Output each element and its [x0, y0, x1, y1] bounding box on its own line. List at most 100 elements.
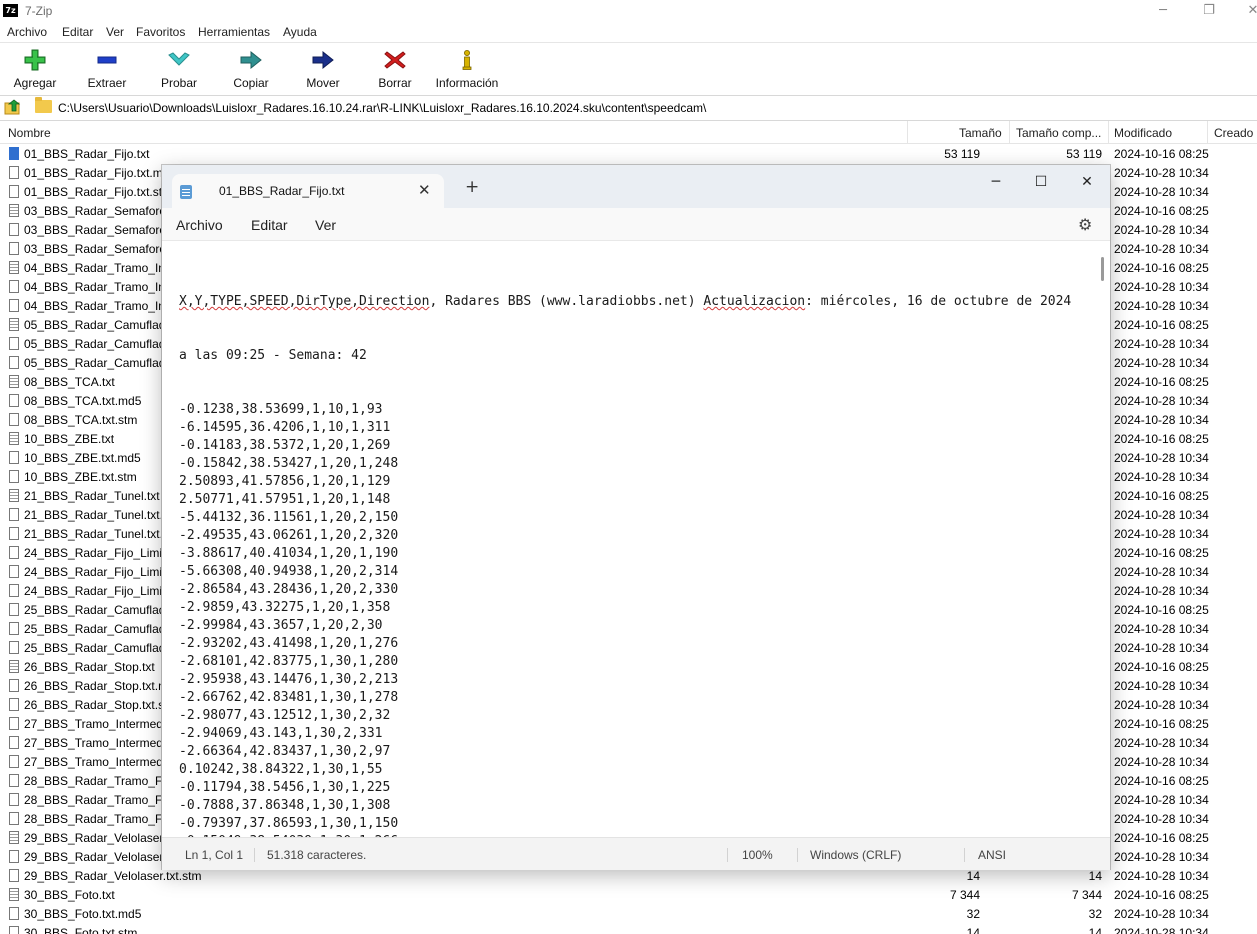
column-name[interactable]: Nombre	[8, 126, 51, 140]
text-file-icon	[9, 888, 19, 901]
file-modified: 2024-10-28 10:34	[1114, 622, 1209, 636]
file-icon	[9, 907, 19, 920]
text-file-icon	[9, 147, 19, 160]
column-divider[interactable]	[1108, 121, 1109, 143]
file-name: 21_BBS_Radar_Tunel.txt	[24, 489, 160, 503]
text-line: -2.93202,43.41498,1,20,1,276	[179, 636, 399, 651]
add-button[interactable]: Agregar	[0, 46, 70, 92]
file-packed-size: 32	[1088, 907, 1102, 921]
file-icon	[9, 717, 19, 730]
file-modified: 2024-10-28 10:34	[1114, 356, 1209, 370]
file-modified: 2024-10-16 08:25	[1114, 489, 1209, 503]
restore-icon[interactable]: ❐	[1194, 2, 1224, 20]
file-icon	[9, 736, 19, 749]
column-size[interactable]: Tamaño	[959, 126, 1002, 140]
file-icon	[9, 850, 19, 863]
minimize-icon[interactable]: ─	[1148, 2, 1178, 20]
menu-ayuda[interactable]: Ayuda	[283, 25, 317, 39]
file-icon	[9, 546, 19, 559]
file-modified: 2024-10-16 08:25	[1114, 717, 1209, 731]
tab-close-icon[interactable]: ✕	[418, 181, 431, 199]
gear-icon[interactable]: ⚙	[1078, 215, 1092, 234]
add-label: Agregar	[13, 76, 57, 90]
menu-editar[interactable]: Editar	[251, 217, 288, 233]
text-line: -2.99984,43.3657,1,20,2,30	[179, 618, 383, 633]
menu-herramientas[interactable]: Herramientas	[198, 25, 270, 39]
file-modified: 2024-10-28 10:34	[1114, 698, 1209, 712]
toolbar: Agregar Extraer Probar Copiar Mover Borr…	[0, 43, 1257, 93]
text-line: -6.14595,36.4206,1,10,1,311	[179, 420, 391, 435]
line-ending[interactable]: Windows (CRLF)	[810, 848, 901, 862]
zip-titlebar: 7z 7-Zip ─ ❐ ✕	[0, 0, 1257, 22]
file-size: 14	[966, 869, 980, 883]
file-name: 28_BBS_Radar_Tramo_Final	[24, 812, 181, 826]
zoom-level[interactable]: 100%	[742, 848, 773, 862]
column-divider[interactable]	[1009, 121, 1010, 143]
minimize-icon[interactable]: ─	[978, 171, 1014, 193]
delete-button[interactable]: Borrar	[360, 46, 430, 92]
move-arrow-icon	[311, 49, 335, 71]
encoding[interactable]: ANSI	[978, 848, 1006, 862]
menu-ver[interactable]: Ver	[106, 25, 124, 39]
file-modified: 2024-10-16 08:25	[1114, 774, 1209, 788]
file-modified: 2024-10-28 10:34	[1114, 793, 1209, 807]
file-icon	[9, 926, 19, 934]
info-button[interactable]: Información	[432, 46, 502, 92]
up-folder-icon[interactable]	[4, 99, 22, 115]
file-icon	[9, 527, 19, 540]
file-row[interactable]: 30_BBS_Foto.txt.md5 32 32 2024-10-28 10:34	[0, 905, 1257, 924]
file-modified: 2024-10-28 10:34	[1114, 565, 1209, 579]
text-line: -0.14183,38.5372,1,20,1,269	[179, 438, 391, 453]
menu-favoritos[interactable]: Favoritos	[136, 25, 185, 39]
file-size: 53 119	[944, 147, 980, 161]
menu-archivo[interactable]: Archivo	[7, 25, 47, 39]
menu-archivo[interactable]: Archivo	[176, 217, 223, 233]
delete-x-icon	[383, 49, 407, 71]
test-label: Probar	[160, 76, 198, 90]
move-button[interactable]: Mover	[288, 46, 358, 92]
header-line: X,Y,TYPE,SPEED,DirType,Direction, Radare…	[179, 293, 1099, 311]
scrollbar[interactable]	[1101, 257, 1104, 281]
file-row[interactable]: 01_BBS_Radar_Fijo.txt 53 119 53 119 2024-10…	[0, 145, 1257, 164]
notepad-icon	[180, 185, 192, 199]
file-packed-size: 7 344	[1071, 888, 1102, 902]
column-divider[interactable]	[907, 121, 908, 143]
text-editor[interactable]: X,Y,TYPE,SPEED,DirType,Direction, Radare…	[162, 241, 1110, 837]
copy-button[interactable]: Copiar	[216, 46, 286, 92]
delete-label: Borrar	[378, 76, 412, 90]
file-modified: 2024-10-28 10:34	[1114, 755, 1209, 769]
file-row[interactable]: 30_BBS_Foto.txt 7 344 7 344 2024-10-16 08:2…	[0, 886, 1257, 905]
text-line: 2.50771,41.57951,1,20,1,148	[179, 492, 391, 507]
file-modified: 2024-10-28 10:34	[1114, 223, 1209, 237]
address-input[interactable]: C:\Users\Usuario\Downloads\Luisloxr_Rada…	[58, 101, 706, 115]
file-row[interactable]: 30_BBS_Foto.txt.stm 14 14 2024-10-28 10:34	[0, 924, 1257, 934]
file-size: 14	[966, 926, 980, 934]
new-tab-icon[interactable]: +	[465, 179, 479, 196]
file-icon	[9, 565, 19, 578]
char-count: 51.318 caracteres.	[267, 848, 367, 862]
file-name: 29_BBS_Radar_Velolaser.txt.stm	[24, 869, 202, 883]
menu-editar[interactable]: Editar	[62, 25, 93, 39]
file-name: 25_BBS_Radar_Camuflado_	[24, 603, 179, 617]
text-line: -0.79397,37.86593,1,30,1,150	[179, 816, 399, 831]
column-modified[interactable]: Modificado	[1114, 126, 1172, 140]
test-button[interactable]: Probar	[144, 46, 214, 92]
text-line: -2.68101,42.83775,1,30,1,280	[179, 654, 399, 669]
close-icon[interactable]: ✕	[1238, 2, 1257, 20]
file-icon	[9, 755, 19, 768]
file-modified: 2024-10-16 08:25	[1114, 318, 1209, 332]
extract-button[interactable]: Extraer	[72, 46, 142, 92]
file-modified: 2024-10-28 10:34	[1114, 280, 1209, 294]
file-icon	[9, 451, 19, 464]
file-modified: 2024-10-28 10:34	[1114, 907, 1209, 921]
maximize-icon[interactable]: ☐	[1023, 171, 1059, 193]
close-icon[interactable]: ✕	[1069, 171, 1105, 193]
column-divider[interactable]	[1207, 121, 1208, 143]
file-icon	[9, 812, 19, 825]
text-content[interactable]: X,Y,TYPE,SPEED,DirType,Direction, Radare…	[179, 257, 1099, 837]
column-created[interactable]: Creado	[1214, 126, 1253, 140]
menu-ver[interactable]: Ver	[315, 217, 336, 233]
tab-file[interactable]: 01_BBS_Radar_Fijo.txt ✕	[172, 174, 444, 208]
file-icon	[9, 166, 19, 179]
column-packed-size[interactable]: Tamaño comp...	[1016, 126, 1101, 140]
